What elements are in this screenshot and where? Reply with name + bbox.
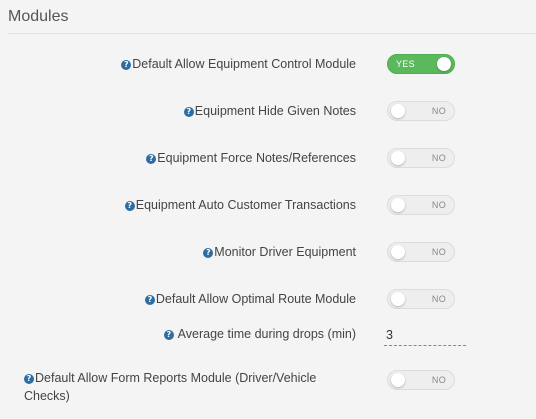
setting-row-auto-customer-transactions: ? Equipment Auto Customer Transactions NO — [0, 194, 536, 218]
toggle-state-label: NO — [431, 247, 446, 257]
toggle-state-label: YES — [396, 59, 415, 69]
toggle-knob — [391, 373, 405, 387]
toggle-state-label: NO — [431, 200, 446, 210]
setting-label-text: Equipment Force Notes/References — [157, 151, 356, 165]
setting-row-optimal-route: ? Default Allow Optimal Route Module NO — [0, 288, 536, 312]
toggle-state-label: NO — [431, 153, 446, 163]
setting-label-text: Default Allow Equipment Control Module — [132, 57, 356, 71]
optimal-route-toggle[interactable]: NO — [387, 289, 455, 309]
setting-label: ? Default Allow Equipment Control Module — [121, 57, 356, 71]
section-title: Modules — [8, 8, 69, 25]
monitor-driver-equipment-toggle[interactable]: NO — [387, 242, 455, 262]
setting-label: ? Default Allow Optimal Route Module — [144, 292, 356, 306]
help-icon[interactable]: ? — [146, 154, 157, 164]
setting-label-text: Average time during drops (min) — [177, 327, 356, 341]
toggle-state-label: NO — [431, 106, 446, 116]
setting-row-monitor-driver-equipment: ? Monitor Driver Equipment NO — [0, 241, 536, 265]
help-icon[interactable]: ? — [24, 374, 34, 384]
help-icon[interactable]: ? — [163, 330, 174, 340]
toggle-knob — [391, 245, 405, 259]
form-reports-toggle[interactable]: NO — [387, 370, 455, 390]
setting-label: ? Default Allow Form Reports Module (Driv… — [24, 369, 344, 405]
setting-label: ? Equipment Hide Given Notes — [183, 104, 356, 118]
setting-label-text: Monitor Driver Equipment — [214, 245, 356, 259]
setting-row-average-drop-time: ? Average time during drops (min) — [0, 323, 536, 347]
help-icon[interactable]: ? — [183, 107, 194, 117]
average-drop-time-input[interactable] — [384, 323, 468, 345]
setting-row-equipment-control: ? Default Allow Equipment Control Module … — [0, 53, 536, 77]
section-divider — [8, 33, 536, 34]
setting-row-force-notes: ? Equipment Force Notes/References NO — [0, 147, 536, 171]
toggle-knob — [391, 104, 405, 118]
setting-label: ? Equipment Force Notes/References — [146, 151, 356, 165]
setting-label: ? Average time during drops (min) — [163, 327, 356, 341]
auto-customer-transactions-toggle[interactable]: NO — [387, 195, 455, 215]
equipment-control-toggle[interactable]: YES — [387, 54, 455, 74]
help-icon[interactable]: ? — [124, 201, 135, 211]
toggle-knob — [437, 57, 451, 71]
toggle-knob — [391, 151, 405, 165]
force-notes-toggle[interactable]: NO — [387, 148, 455, 168]
toggle-state-label: NO — [431, 375, 446, 385]
toggle-knob — [391, 198, 405, 212]
toggle-state-label: NO — [431, 294, 446, 304]
setting-label-text: Default Allow Form Reports Module (Drive… — [24, 371, 317, 403]
help-icon[interactable]: ? — [203, 248, 214, 258]
help-icon[interactable]: ? — [121, 60, 132, 70]
setting-label-text: Equipment Hide Given Notes — [194, 104, 356, 118]
help-icon[interactable]: ? — [144, 295, 155, 305]
setting-label-text: Default Allow Optimal Route Module — [155, 292, 356, 306]
setting-row-hide-given-notes: ? Equipment Hide Given Notes NO — [0, 100, 536, 124]
setting-label: ? Monitor Driver Equipment — [203, 245, 356, 259]
setting-row-form-reports: ? Default Allow Form Reports Module (Driv… — [0, 369, 536, 405]
modules-settings-panel: Modules ? Default Allow Equipment Control… — [0, 0, 536, 419]
setting-label-text: Equipment Auto Customer Transactions — [135, 198, 356, 212]
setting-label: ? Equipment Auto Customer Transactions — [124, 198, 356, 212]
toggle-knob — [391, 292, 405, 306]
average-drop-time-field-wrapper — [384, 323, 468, 346]
hide-given-notes-toggle[interactable]: NO — [387, 101, 455, 121]
